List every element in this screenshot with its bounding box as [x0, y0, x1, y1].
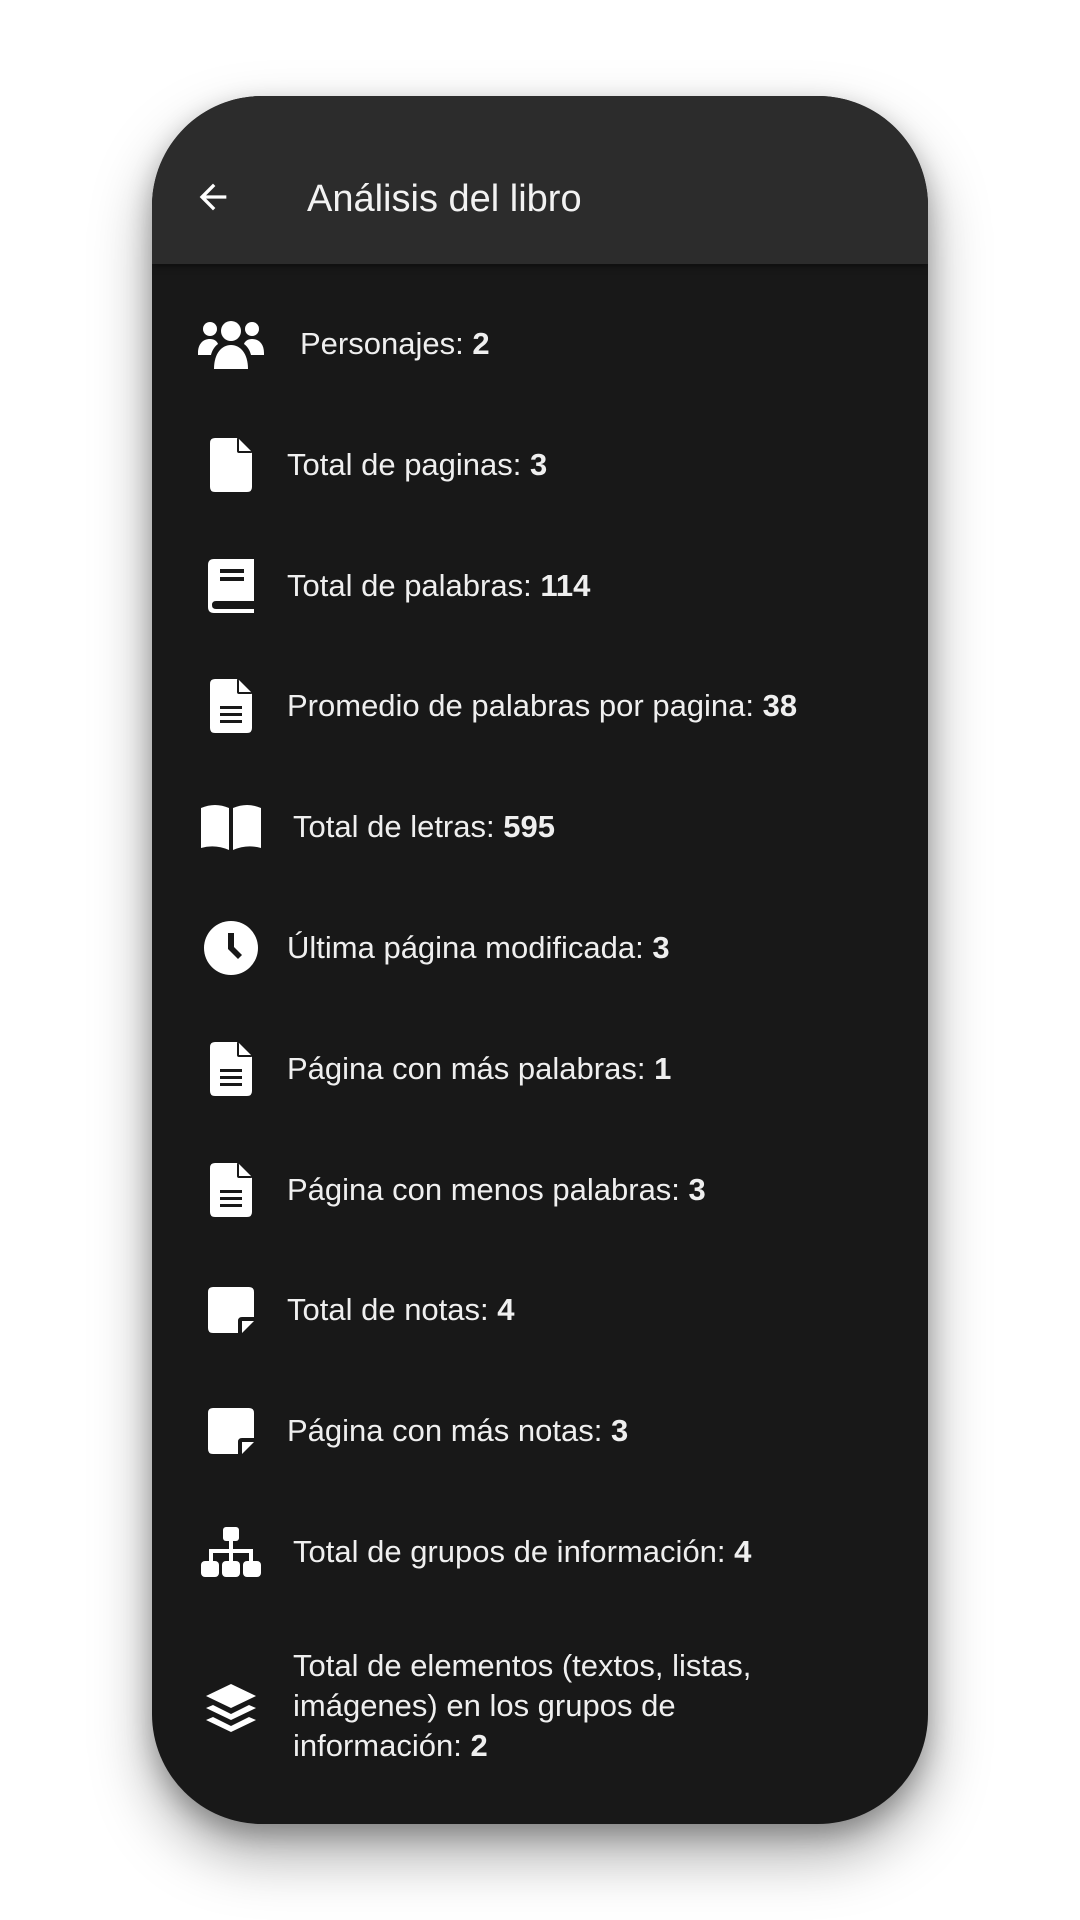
sitemap-icon [196, 1512, 266, 1592]
stat-value: 2 [470, 1728, 488, 1763]
arrow-left-icon [199, 183, 227, 211]
layers-icon [196, 1644, 266, 1774]
stat-text: Total de notas: 4 [287, 1290, 515, 1330]
stat-text: Última página modificada: 3 [287, 928, 670, 968]
page-title: Análisis del libro [307, 178, 582, 220]
stat-row-ultima-pagina: Última página modificada: 3 [152, 908, 928, 988]
stat-row-total-letras: Total de letras: 595 [152, 787, 928, 867]
stat-text: Promedio de palabras por pagina: 38 [287, 686, 797, 726]
stat-row-mas-notas: Página con más notas: 3 [152, 1391, 928, 1471]
stat-value: 3 [652, 930, 670, 965]
stat-label: Total de letras: [293, 809, 495, 844]
stat-value: 1 [654, 1051, 672, 1086]
stat-label: Promedio de palabras por pagina: [287, 688, 755, 723]
stat-text: Página con más notas: 3 [287, 1411, 628, 1451]
stat-value: 3 [530, 447, 548, 482]
book-icon [196, 546, 266, 626]
stat-value: 3 [688, 1172, 706, 1207]
stat-text: Página con más palabras: 1 [287, 1049, 671, 1089]
stat-value: 2 [472, 326, 490, 361]
stat-value: 4 [734, 1534, 752, 1569]
stat-text: Total de palabras: 114 [287, 566, 590, 606]
users-icon [196, 304, 266, 384]
stat-row-personajes: Personajes: 2 [152, 304, 928, 384]
file-text-icon [196, 1029, 266, 1109]
book-open-icon [196, 787, 266, 867]
stat-row-grupos-informacion: Total de grupos de información: 4 [152, 1512, 928, 1592]
stat-label: Total de notas: [287, 1292, 489, 1327]
stat-value: 3 [610, 1413, 629, 1448]
stat-row-total-palabras: Total de palabras: 114 [152, 546, 928, 626]
file-text-icon [196, 1150, 266, 1230]
stat-label: Total de paginas: [287, 447, 522, 482]
stat-label: Última página modificada: [287, 930, 644, 965]
stat-row-promedio-palabras: Promedio de palabras por pagina: 38 [152, 666, 928, 746]
back-button[interactable] [188, 172, 238, 222]
stat-row-total-paginas: Total de paginas: 3 [152, 425, 928, 505]
stat-label: Total de grupos de información: [293, 1534, 726, 1569]
stat-value: 4 [497, 1292, 515, 1327]
stat-text: Página con menos palabras: 3 [287, 1170, 706, 1210]
sticky-note-icon [196, 1270, 266, 1350]
stat-label: Personajes: [300, 326, 464, 361]
stat-label: Página con más palabras: [287, 1051, 646, 1086]
stat-label: Página con más notas: [287, 1413, 603, 1448]
clock-icon [196, 908, 266, 988]
app-bar: Análisis del libro [152, 96, 928, 264]
stat-row-total-notas: Total de notas: 4 [152, 1270, 928, 1350]
stat-text: Total de elementos (textos, listas, imág… [293, 1646, 813, 1766]
stat-text: Total de paginas: 3 [287, 445, 547, 485]
stat-label: Total de elementos (textos, listas, imág… [293, 1648, 752, 1763]
stat-value: 595 [503, 809, 555, 844]
stat-row-total-elementos: Total de elementos (textos, listas, imág… [152, 1644, 928, 1774]
stat-text: Total de letras: 595 [293, 807, 555, 847]
stat-row-mas-palabras: Página con más palabras: 1 [152, 1029, 928, 1109]
sticky-note-icon [196, 1391, 266, 1471]
stat-value: 114 [540, 568, 591, 603]
stat-text: Personajes: 2 [300, 324, 490, 364]
file-icon [196, 425, 266, 505]
stat-label: Página con menos palabras: [287, 1172, 680, 1207]
stat-value: 38 [762, 688, 798, 723]
file-text-icon [196, 666, 266, 746]
phone-frame: Análisis del libro Personajes: 2 Total d… [152, 96, 928, 1824]
stat-label: Total de palabras: [287, 568, 532, 603]
stat-row-menos-palabras: Página con menos palabras: 3 [152, 1150, 928, 1230]
stat-text: Total de grupos de información: 4 [293, 1532, 751, 1572]
